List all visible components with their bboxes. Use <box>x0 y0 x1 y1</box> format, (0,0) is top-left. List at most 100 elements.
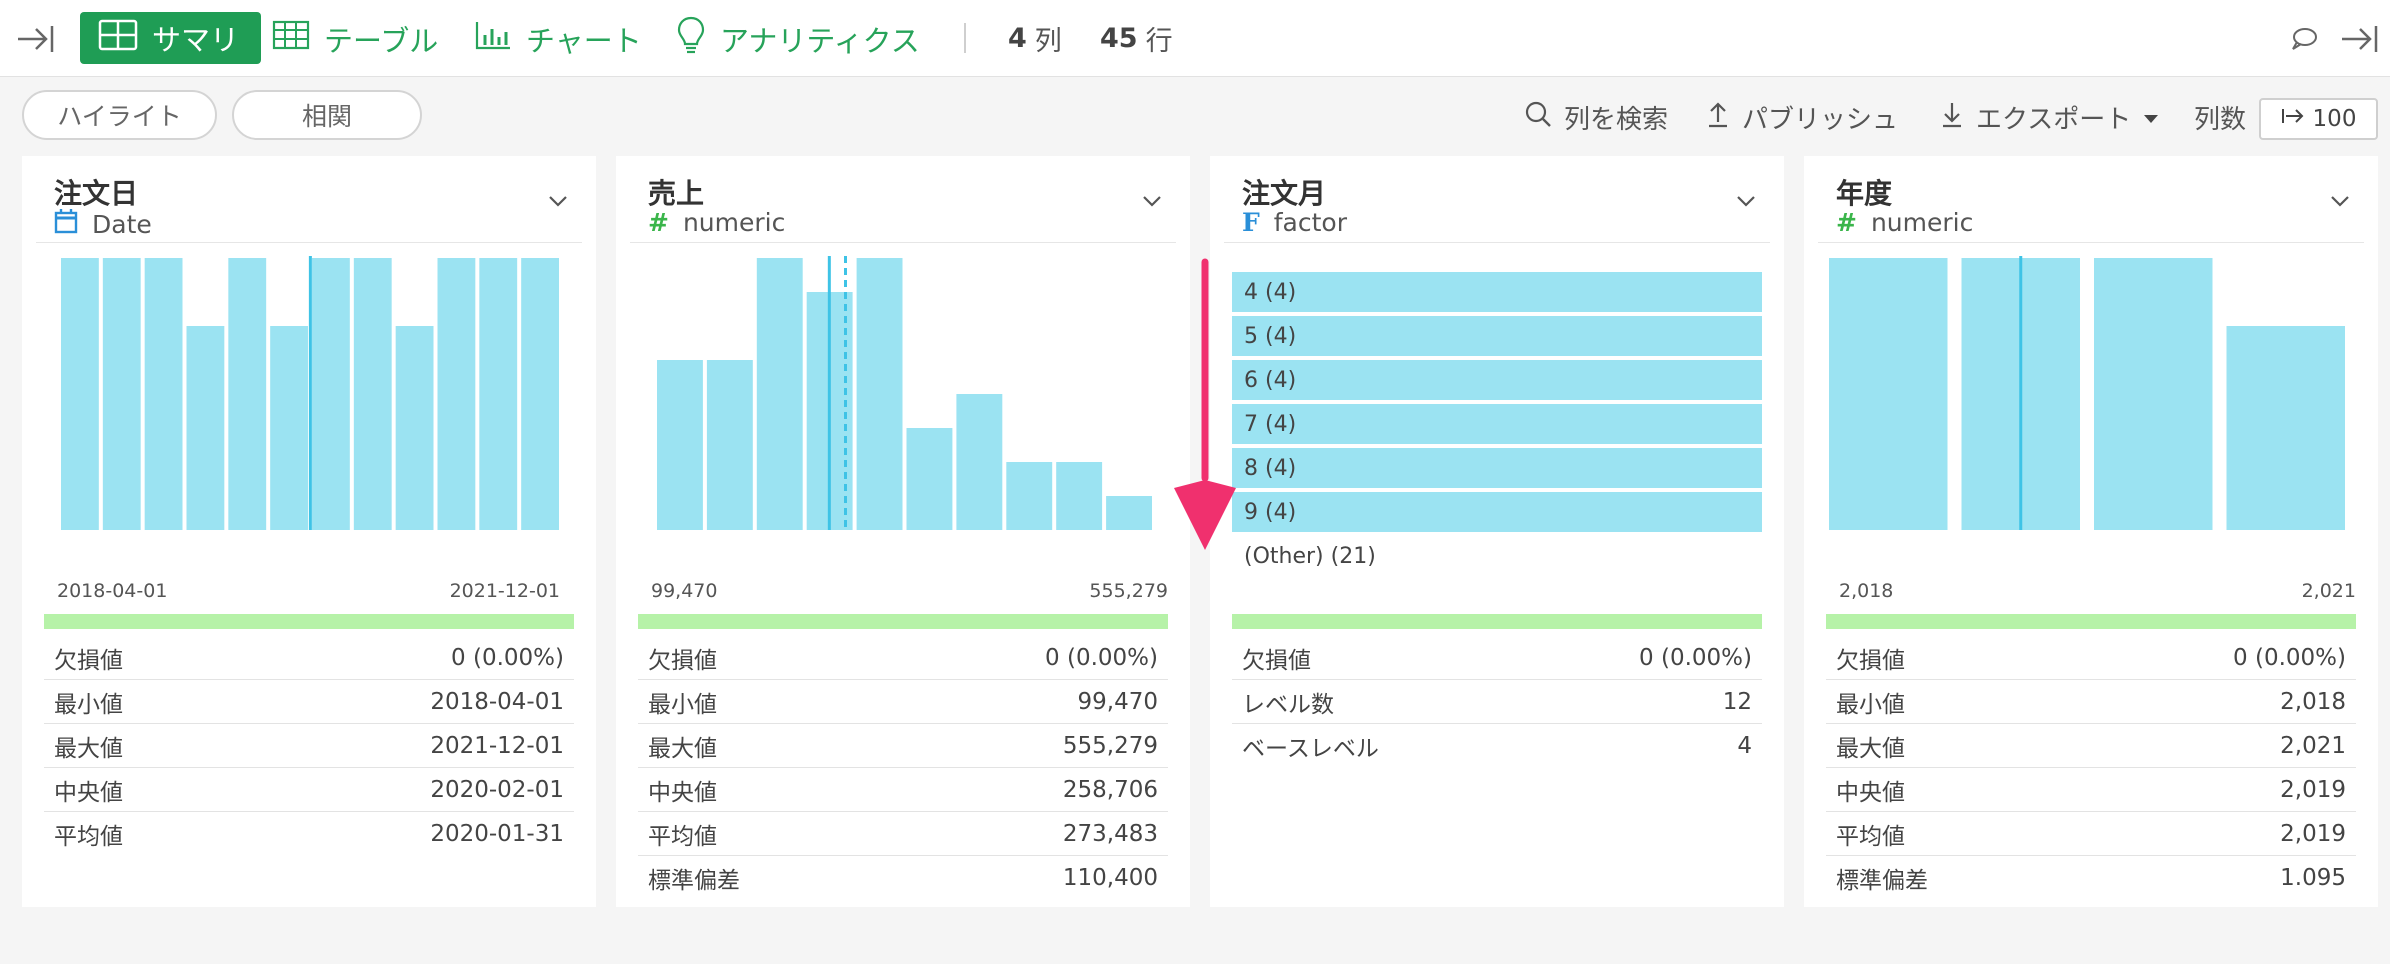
stat-value: 0 (0.00%) <box>451 644 564 671</box>
lightbulb-icon <box>676 15 706 62</box>
axis-min-label: 99,470 <box>651 580 718 602</box>
columns-limit-value: 100 <box>2312 106 2357 132</box>
histogram-bar <box>1829 258 1948 530</box>
stat-row: 平均値 273,483 <box>638 812 1168 856</box>
stat-value: 2,018 <box>2280 688 2346 715</box>
hash-icon: # <box>1836 208 1857 237</box>
stat-row: 最小値 99,470 <box>638 680 1168 724</box>
histogram-bar <box>906 428 953 530</box>
tab-label: チャート <box>526 23 642 58</box>
stat-row: 平均値 2,019 <box>1826 812 2356 856</box>
column-name: 注文日 <box>54 177 139 210</box>
arrow-to-right-icon <box>2281 106 2305 132</box>
column-card-header: 年度 # numeric <box>1804 156 2378 242</box>
stat-value: 1.095 <box>2280 865 2346 891</box>
histogram-chart <box>1829 256 2345 530</box>
export-label: エクスポート <box>1976 104 2132 135</box>
histogram-bar <box>1006 462 1053 530</box>
stat-label: 標準偏差 <box>648 868 740 894</box>
collapse-right-icon[interactable] <box>2340 0 2380 77</box>
stat-row: 欠損値 0 (0.00%) <box>638 636 1168 680</box>
grid-icon <box>98 19 138 58</box>
factor-level-bar[interactable]: 8 (4) <box>1232 448 1762 488</box>
column-card-header: 注文月 F factor <box>1210 156 1784 242</box>
tab-analytics[interactable]: アナリティクス <box>676 0 920 77</box>
stat-value: 0 (0.00%) <box>2233 644 2346 671</box>
column-type-label: numeric <box>682 208 786 237</box>
publish-label: パブリッシュ <box>1742 104 1899 135</box>
column-count: 4 列 <box>1008 0 1062 77</box>
column-type-label: Date <box>92 209 152 239</box>
chevron-down-icon[interactable] <box>2329 190 2351 212</box>
missing-values-bar <box>638 614 1168 629</box>
stat-row: ベースレベル 4 <box>1232 724 1762 768</box>
column-card: 注文月 F factor 4 (4) 5 (4) 6 (4) 7 (4) 8 (… <box>1210 156 1784 907</box>
stat-row: 欠損値 0 (0.00%) <box>1232 636 1762 680</box>
column-type: # numeric <box>1836 208 1973 237</box>
column-type: F factor <box>1242 208 1347 237</box>
comment-icon[interactable] <box>2290 0 2318 77</box>
search-label: 列を検索 <box>1564 104 1669 135</box>
factor-level-bar[interactable]: 4 (4) <box>1232 272 1762 312</box>
tab-label: テーブル <box>324 23 439 58</box>
stats-table: 欠損値 0 (0.00%) 最小値 99,470 最大値 555,279 中央値 258… <box>638 636 1168 900</box>
stat-row: 平均値 2020-01-31 <box>44 812 574 856</box>
chevron-down-icon[interactable] <box>1141 190 1163 212</box>
stat-row: 標準偏差 110,400 <box>638 856 1168 900</box>
factor-level-bar[interactable]: 7 (4) <box>1232 404 1762 444</box>
stat-row: 欠損値 0 (0.00%) <box>1826 636 2356 680</box>
tab-table[interactable]: テーブル <box>272 0 438 77</box>
correlation-button[interactable]: 相関 <box>232 90 422 140</box>
tab-chart[interactable]: チャート <box>474 0 642 77</box>
tab-summary[interactable]: サマリ <box>80 12 262 64</box>
histogram-bar <box>102 258 141 530</box>
stat-label: 標準偏差 <box>1836 868 1928 894</box>
column-type: # numeric <box>648 208 785 237</box>
histogram-bar <box>186 326 225 530</box>
columns-limit-button[interactable]: 100 <box>2259 98 2378 140</box>
stats-table: 欠損値 0 (0.00%) 最小値 2018-04-01 最大値 2021-12-01… <box>44 636 574 856</box>
stat-label: 欠損値 <box>1836 647 1905 674</box>
histogram-bar <box>856 258 903 530</box>
stat-value: 2,019 <box>2280 776 2346 803</box>
stat-value: 0 (0.00%) <box>1639 644 1752 671</box>
publish-button[interactable]: パブリッシュ <box>1706 95 1898 139</box>
stat-row: 中央値 2020-02-01 <box>44 768 574 812</box>
histogram-bar <box>956 394 1003 530</box>
factor-level-bar[interactable]: 9 (4) <box>1232 492 1762 532</box>
histogram-bar <box>228 258 267 530</box>
column-card-header: 売上 # numeric <box>616 156 1190 242</box>
factor-level-bar[interactable]: 6 (4) <box>1232 360 1762 400</box>
stat-value: 4 <box>1737 733 1752 759</box>
collapse-left-icon[interactable] <box>16 0 56 77</box>
export-button[interactable]: エクスポート <box>1940 95 2159 139</box>
column-card: 注文日 Date 2018-04-01 2021-12-01 欠損値 0 (0.0… <box>22 156 596 907</box>
header-divider <box>630 242 1176 243</box>
stat-row: 最小値 2,018 <box>1826 680 2356 724</box>
stat-row: 最大値 555,279 <box>638 724 1168 768</box>
missing-values-bar <box>1826 614 2356 629</box>
stat-label: 欠損値 <box>54 647 123 674</box>
search-columns-button[interactable]: 列を検索 <box>1524 95 1668 139</box>
stat-label: 平均値 <box>54 824 123 850</box>
stats-table: 欠損値 0 (0.00%) レベル数 12 ベースレベル 4 <box>1232 636 1762 768</box>
column-name: 注文月 <box>1242 177 1327 210</box>
stat-value: 258,706 <box>1062 776 1158 803</box>
chevron-down-icon[interactable] <box>1735 190 1757 212</box>
stat-label: 最小値 <box>648 691 717 718</box>
histogram-bar <box>395 326 434 530</box>
stat-label: 中央値 <box>54 779 123 806</box>
factor-level-bar[interactable]: 5 (4) <box>1232 316 1762 356</box>
tab-label: サマリ <box>152 23 240 57</box>
histogram-bar <box>1106 496 1152 530</box>
stat-label: 平均値 <box>1836 823 1905 850</box>
histogram-bar <box>657 360 703 530</box>
stat-row: 最大値 2,021 <box>1826 724 2356 768</box>
chevron-down-icon[interactable] <box>547 190 569 212</box>
table-icon <box>272 19 310 58</box>
highlight-button[interactable]: ハイライト <box>22 90 217 140</box>
column-name: 売上 <box>648 177 705 210</box>
histogram-chart <box>657 256 1152 530</box>
stat-label: レベル数 <box>1242 691 1334 718</box>
stat-value: 110,400 <box>1062 865 1158 891</box>
